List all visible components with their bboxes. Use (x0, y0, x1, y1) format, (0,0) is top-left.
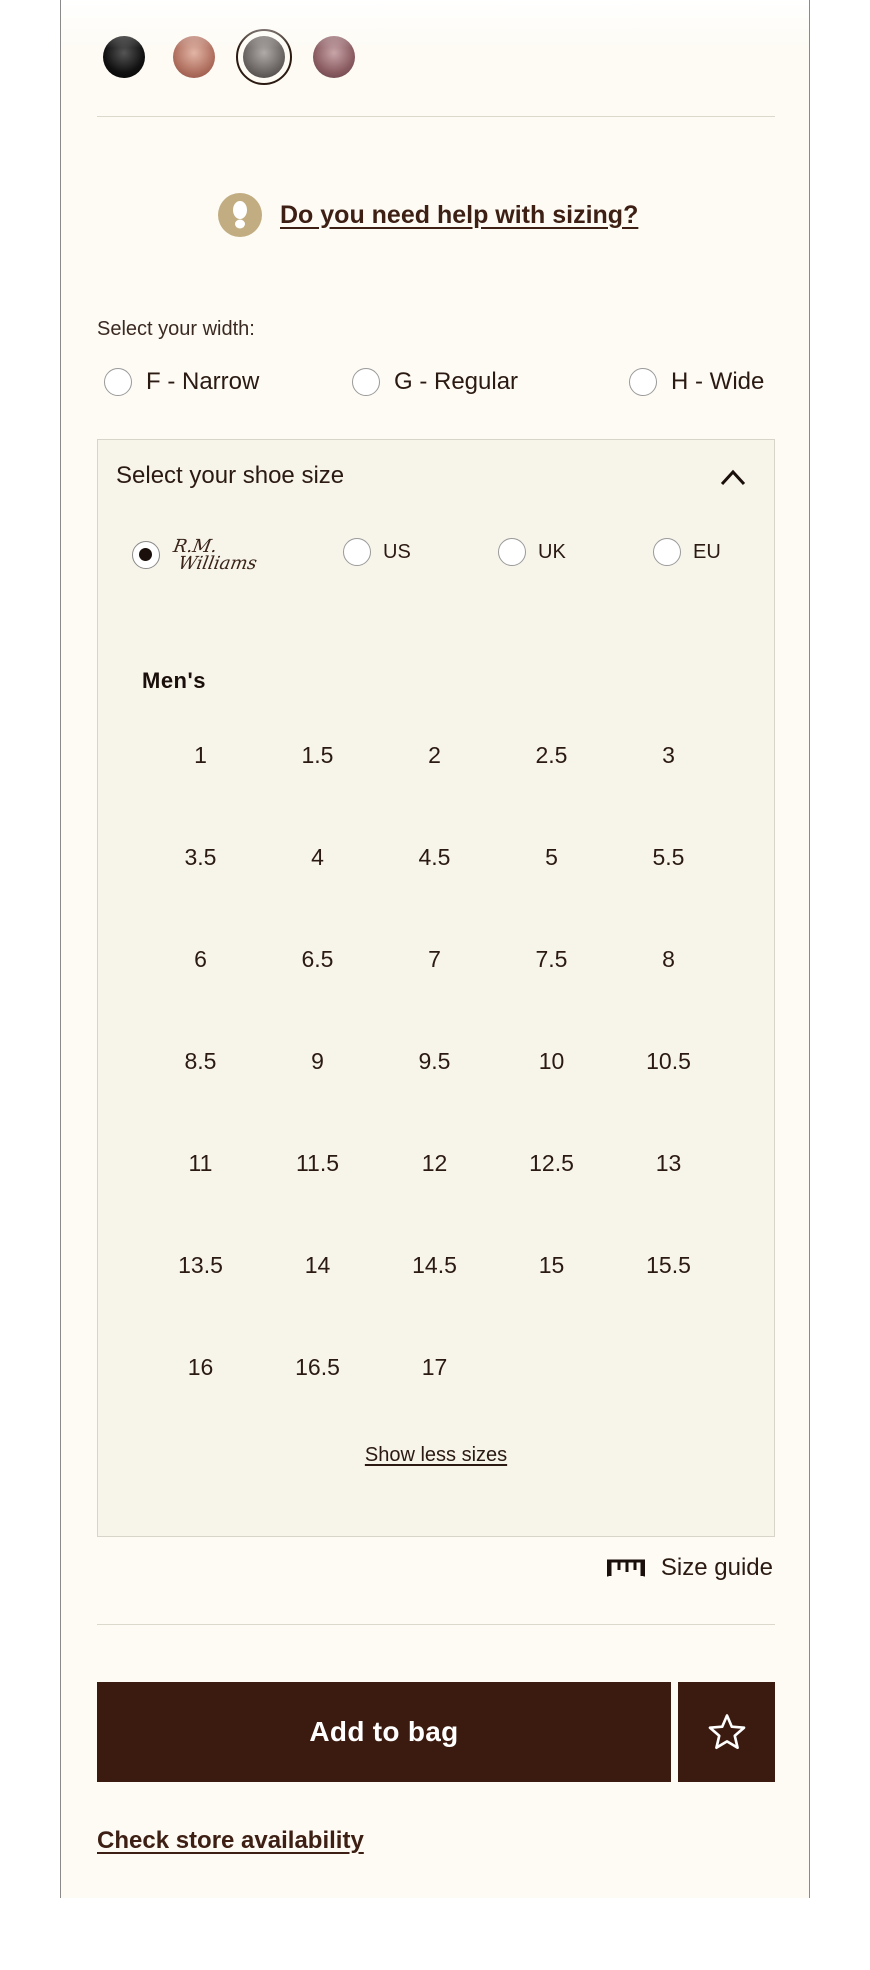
size-option[interactable]: 3.5 (142, 844, 259, 871)
size-option[interactable]: 12.5 (493, 1150, 610, 1177)
radio-eu[interactable] (653, 538, 681, 566)
wishlist-button[interactable] (678, 1682, 775, 1782)
sizing-help-text[interactable]: Do you need help with sizing? (280, 201, 638, 230)
unit-option-us[interactable]: US (343, 538, 411, 566)
size-option[interactable]: 9.5 (376, 1048, 493, 1075)
top-fade (61, 0, 809, 48)
ruler-icon (606, 1559, 645, 1577)
size-option[interactable]: 14.5 (376, 1252, 493, 1279)
radio-uk[interactable] (498, 538, 526, 566)
size-option[interactable]: 7.5 (493, 946, 610, 973)
rmw-logo: R.M. Williams (169, 536, 261, 574)
size-option[interactable]: 16.5 (259, 1354, 376, 1381)
size-panel-heading[interactable]: Select your shoe size (116, 462, 344, 490)
size-option[interactable]: 8 (610, 946, 727, 973)
width-option-narrow[interactable]: F - Narrow (104, 368, 259, 396)
check-store-availability-link[interactable]: Check store availability (97, 1827, 364, 1855)
size-option[interactable]: 13.5 (142, 1252, 259, 1279)
size-option[interactable]: 11 (142, 1150, 259, 1177)
size-option[interactable]: 2.5 (493, 742, 610, 769)
star-icon (708, 1714, 745, 1750)
swatch-tan[interactable] (173, 36, 215, 78)
size-option[interactable]: 8.5 (142, 1048, 259, 1075)
radio-regular[interactable] (352, 368, 380, 396)
footprint-icon (218, 193, 262, 237)
size-option[interactable]: 10.5 (610, 1048, 727, 1075)
unit-label-eu: EU (693, 540, 721, 563)
radio-wide[interactable] (629, 368, 657, 396)
swatch-grey[interactable] (243, 36, 285, 78)
size-option[interactable]: 6.5 (259, 946, 376, 973)
size-option[interactable]: 15.5 (610, 1252, 727, 1279)
unit-label-us: US (383, 540, 411, 563)
size-option[interactable]: 3 (610, 742, 727, 769)
unit-option-rmw[interactable]: R.M. Williams (132, 536, 261, 574)
size-guide-link[interactable]: Size guide (606, 1554, 773, 1582)
size-option[interactable]: 1.5 (259, 742, 376, 769)
radio-rmw[interactable] (132, 541, 160, 569)
size-option[interactable]: 1 (142, 742, 259, 769)
size-option[interactable]: 12 (376, 1150, 493, 1177)
radio-us[interactable] (343, 538, 371, 566)
width-option-label: G - Regular (394, 368, 519, 395)
size-option[interactable]: 9 (259, 1048, 376, 1075)
width-option-label: F - Narrow (146, 368, 260, 395)
unit-label-uk: UK (538, 540, 566, 563)
swatch-plum[interactable] (313, 36, 355, 78)
size-option[interactable]: 5.5 (610, 844, 727, 871)
size-option[interactable]: 4.5 (376, 844, 493, 871)
sizing-help-link[interactable]: Do you need help with sizing? (218, 193, 638, 237)
size-option[interactable]: 5 (493, 844, 610, 871)
size-option[interactable]: 14 (259, 1252, 376, 1279)
size-group-label: Men's (142, 668, 206, 693)
swatch-black[interactable] (103, 36, 145, 78)
width-option-label: H - Wide (671, 368, 765, 395)
size-option[interactable]: 13 (610, 1150, 727, 1177)
width-option-wide[interactable]: H - Wide (629, 368, 764, 396)
size-option[interactable]: 4 (259, 844, 376, 871)
width-option-regular[interactable]: G - Regular (352, 368, 518, 396)
width-label: Select your width: (97, 318, 255, 340)
shoe-size-panel: Select your shoe size R.M. Williams US U… (97, 439, 775, 1537)
product-page: Do you need help with sizing? Select you… (60, 0, 810, 1898)
size-option[interactable]: 16 (142, 1354, 259, 1381)
radio-narrow[interactable] (104, 368, 132, 396)
unit-option-eu[interactable]: EU (653, 538, 721, 566)
divider (97, 116, 775, 117)
size-option[interactable]: 6 (142, 946, 259, 973)
show-less-sizes-link[interactable]: Show less sizes (98, 1444, 774, 1467)
unit-option-uk[interactable]: UK (498, 538, 566, 566)
chevron-up-icon[interactable] (720, 468, 746, 486)
add-to-bag-button[interactable]: Add to bag (97, 1682, 671, 1782)
size-option[interactable]: 11.5 (259, 1150, 376, 1177)
divider (97, 1624, 775, 1625)
size-option[interactable]: 7 (376, 946, 493, 973)
rmw-logo-line2: Williams (176, 553, 259, 574)
size-option[interactable]: 15 (493, 1252, 610, 1279)
size-option[interactable]: 2 (376, 742, 493, 769)
size-option[interactable]: 17 (376, 1354, 493, 1381)
size-guide-label: Size guide (660, 1554, 773, 1581)
size-option[interactable]: 10 (493, 1048, 610, 1075)
